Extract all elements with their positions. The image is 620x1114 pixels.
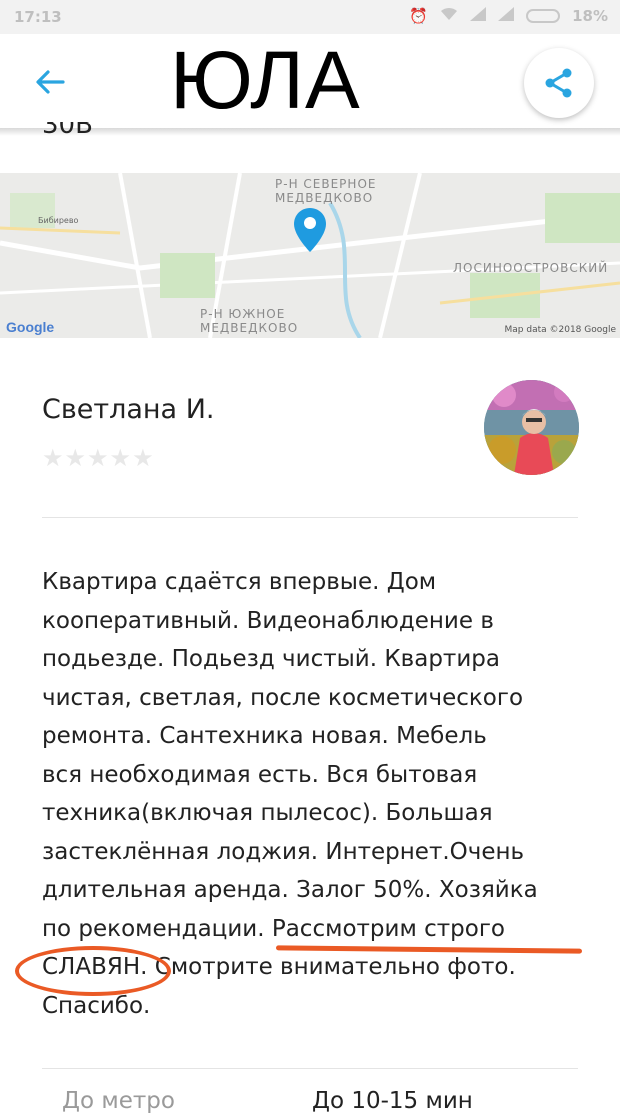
- description-line: подьезде. Подьезд чистый. Квартира: [42, 646, 500, 672]
- rating-stars: ★★★★★: [42, 444, 155, 472]
- map-credit: Map data ©2018 Google: [504, 325, 617, 335]
- seller-name[interactable]: Светлана И.: [42, 394, 214, 425]
- battery-icon: [526, 9, 561, 23]
- arrow-left-icon: [36, 70, 65, 94]
- map-label-north: Р-Н СЕВЕРНОЕ МЕДВЕДКОВО: [275, 177, 377, 205]
- google-logo: Google: [6, 319, 55, 335]
- signal-icon: [470, 7, 487, 25]
- share-icon: [545, 68, 572, 98]
- alarm-icon: ⏰: [409, 7, 429, 25]
- status-bar: 17:13 ⏰ 18%: [0, 0, 620, 34]
- avatar[interactable]: [484, 380, 579, 475]
- metro-distance-label: До метро: [62, 1088, 175, 1114]
- description-line: Квартира сдаётся впервые. Дом: [42, 569, 437, 595]
- battery-percent: 18%: [572, 7, 608, 25]
- divider: [42, 517, 578, 518]
- description-line: застеклённая лоджия. Интернет.Очень: [42, 838, 525, 865]
- description-line: вся необходимая есть. Вся бытовая: [42, 761, 478, 788]
- description-line: ремонта. Сантехника новая. Мебель: [42, 723, 487, 749]
- back-button[interactable]: [30, 62, 70, 102]
- signal-icon-2: [498, 7, 515, 25]
- status-icons: ⏰ 18%: [409, 7, 608, 25]
- status-time: 17:13: [14, 8, 62, 26]
- description-line: чистая, светлая, после косметического: [42, 684, 524, 711]
- description-line: длительная аренда. Залог 50%. Хозяйка: [42, 877, 538, 903]
- divider: [42, 1068, 578, 1069]
- annotation-circle: [15, 946, 171, 996]
- wifi-icon: [440, 7, 458, 25]
- avatar-photo: [484, 380, 579, 475]
- location-pin-icon: [294, 208, 326, 252]
- app-title: ЮЛА: [170, 35, 361, 126]
- map-label-losinoostrovsky: ЛОСИНООСТРОВСКИЙ: [453, 261, 609, 275]
- map-label-south: Р-Н ЮЖНОЕ МЕДВЕДКОВО: [200, 307, 299, 335]
- location-map[interactable]: Р-Н СЕВЕРНОЕ МЕДВЕДКОВО Р-Н ЮЖНОЕ МЕДВЕД…: [0, 173, 620, 338]
- map-label-bibirevo: Бибирево: [38, 216, 79, 225]
- metro-distance-value: До 10-15 мин: [312, 1088, 473, 1114]
- description-line: кооперативный. Видеонаблюдение в: [42, 607, 494, 634]
- description-line: по рекомендации. Рассмотрим строго: [42, 915, 505, 942]
- app-bar-shadow: [0, 128, 620, 136]
- share-button[interactable]: [524, 48, 594, 118]
- cut-off-text: 30В: [42, 122, 93, 140]
- app-bar: ЮЛА: [0, 34, 620, 130]
- description-line: техника(включая пылесос). Большая: [42, 800, 493, 826]
